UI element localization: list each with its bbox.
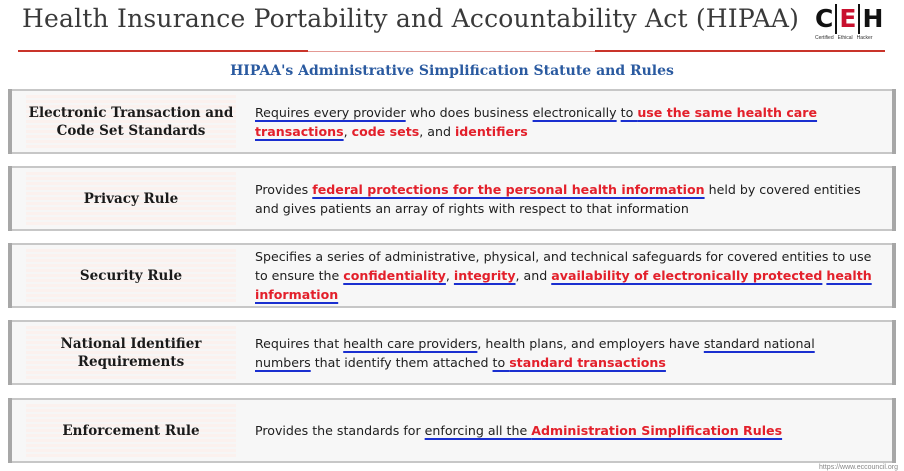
highlighted-phrase: standard transactions [509,354,666,370]
row-description: Provides federal protections for the per… [255,166,874,231]
description-text: , [343,123,352,139]
header-rule-right [595,50,885,52]
row-description: Provides the standards for enforcing all… [255,398,874,463]
description-text: Requires that [255,335,344,351]
logo-letters: C E H [815,4,889,34]
rule-row-electronic-transaction: Electronic Transaction and Code Set Stan… [8,89,896,154]
header-rule-middle [300,51,600,52]
row-title: Privacy Rule [26,172,236,225]
logo-letter-h: H [862,4,884,33]
description-text: Provides the standards for [255,423,425,438]
description-text: Requires every provider [255,104,406,120]
description-text: health care providers [343,335,478,351]
logo-tagline-word: Certified [815,35,834,41]
description-text: enforcing all the [424,423,532,438]
highlighted-phrase: federal protections for the personal hea… [312,181,705,197]
logo-tagline: Certified Ethical Hacker [815,35,889,41]
row-description: Specifies a series of administrative, ph… [255,243,874,308]
description-text: , [445,268,454,283]
logo-letter-c: C [815,4,834,33]
rule-row-national-identifier: National Identifier Requirements Require… [8,320,896,385]
description-text: Provides [255,181,313,197]
description-text: , and [515,268,552,283]
description-text: to [492,354,510,370]
description-text: who does business [405,104,533,120]
highlighted-phrase: Administration Simplification Rules [531,423,783,438]
description-text: , and [419,123,455,139]
description-text: , health plans, and employers have [477,335,704,351]
footer-url: https://www.eccouncil.org [819,464,898,471]
logo-tagline-word: Hacker [856,35,873,41]
description-text: that identify them attached [310,354,493,370]
description-text: electronically [532,104,617,120]
highlighted-phrase: integrity [453,268,516,283]
row-title: Electronic Transaction and Code Set Stan… [26,95,236,148]
highlighted-phrase: confidentiality [343,268,446,283]
header-rule-left [18,50,308,52]
logo-letter-e: E [835,4,861,34]
row-description: Requires that health care providers, hea… [255,320,874,385]
section-subtitle: HIPAA's Administrative Simplification St… [230,63,674,79]
row-title: Enforcement Rule [26,404,236,457]
ceh-logo: C E H Certified Ethical Hacker [815,4,889,46]
rule-row-security: Security Rule Specifies a series of admi… [8,243,896,308]
highlighted-phrase: identifiers [454,123,528,139]
rule-row-privacy: Privacy Rule Provides federal protection… [8,166,896,231]
description-text: to [620,104,638,120]
row-description: Requires every provider who does busines… [255,89,874,154]
page-title: Health Insurance Portability and Account… [22,4,800,33]
highlighted-phrase: code sets [351,123,420,139]
row-title: Security Rule [26,249,236,302]
row-title: National Identifier Requirements [26,326,236,379]
rule-row-enforcement: Enforcement Rule Provides the standards … [8,398,896,463]
highlighted-phrase: availability of electronically protected [551,268,823,283]
logo-tagline-word: Ethical [837,35,853,41]
